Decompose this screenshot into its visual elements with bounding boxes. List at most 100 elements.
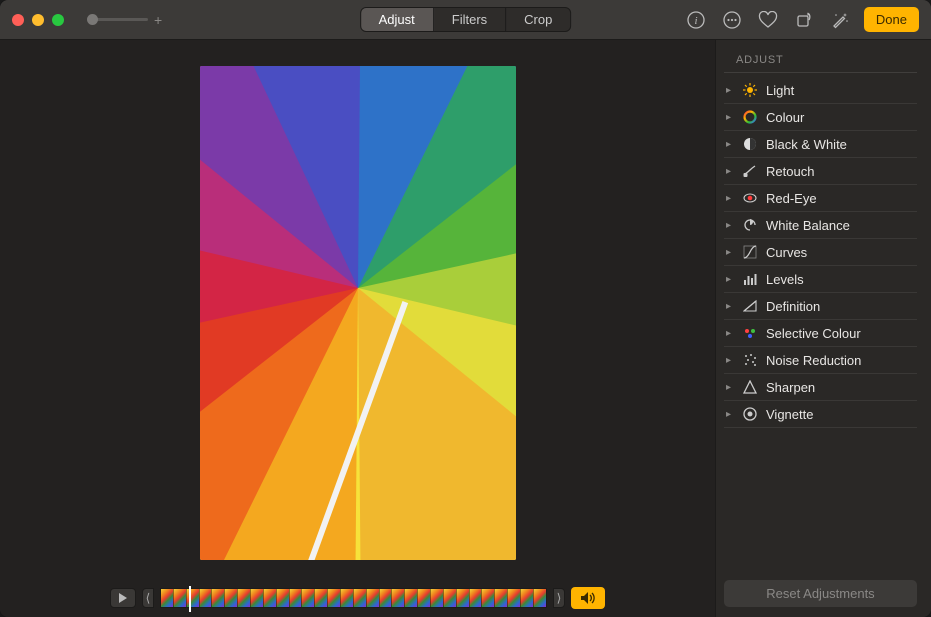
trim-end-handle[interactable]: ⟩ (553, 588, 565, 608)
filmstrip-frame[interactable] (457, 589, 470, 607)
filmstrip-frame[interactable] (444, 589, 457, 607)
filmstrip-frame[interactable] (405, 589, 418, 607)
fullscreen-window-button[interactable] (52, 14, 64, 26)
tab-filters[interactable]: Filters (434, 8, 506, 31)
adjustment-label: Red-Eye (766, 191, 817, 206)
adjustment-label: Definition (766, 299, 820, 314)
filmstrip-frame[interactable] (392, 589, 405, 607)
adjustment-levels[interactable]: ▸ Levels (724, 266, 917, 293)
close-window-button[interactable] (12, 14, 24, 26)
filmstrip-frame[interactable] (431, 589, 444, 607)
tab-crop[interactable]: Crop (506, 8, 570, 31)
filmstrip-frame[interactable] (264, 589, 277, 607)
filmstrip-frame[interactable] (238, 589, 251, 607)
chevron-right-icon: ▸ (726, 166, 734, 177)
filmstrip-frame[interactable] (161, 589, 174, 607)
editor-body: ⟨ ⟩ ADJUST ▸Light▸Colour▸Black & White▸R… (0, 40, 931, 617)
filmstrip-frame[interactable] (521, 589, 534, 607)
levels-icon (742, 271, 758, 287)
adjustment-label: Selective Colour (766, 326, 861, 341)
filmstrip-frame[interactable] (470, 589, 483, 607)
filmstrip-frame[interactable] (354, 589, 367, 607)
bw-icon (742, 136, 758, 152)
auto-enhance-button[interactable] (828, 8, 852, 32)
filmstrip-frame[interactable] (277, 589, 290, 607)
wb-icon (742, 217, 758, 233)
play-button[interactable] (110, 588, 136, 608)
filmstrip-frame[interactable] (534, 589, 546, 607)
adjustment-noise-reduction[interactable]: ▸Noise Reduction (724, 347, 917, 374)
adjustment-vignette[interactable]: ▸ Vignette (724, 401, 917, 428)
video-filmstrip[interactable] (160, 588, 547, 608)
adjustment-light[interactable]: ▸Light (724, 77, 917, 104)
playhead[interactable] (189, 586, 191, 612)
filmstrip-frame[interactable] (380, 589, 393, 607)
zoom-slider[interactable]: + (88, 12, 162, 28)
chevron-right-icon: ▸ (726, 274, 734, 285)
chevron-right-icon: ▸ (726, 139, 734, 150)
rotate-button[interactable] (792, 8, 816, 32)
chevron-right-icon: ▸ (726, 301, 734, 312)
sidebar-title: ADJUST (724, 54, 917, 73)
filmstrip-frame[interactable] (328, 589, 341, 607)
adjustment-red-eye[interactable]: ▸Red-Eye (724, 185, 917, 212)
favourite-button[interactable] (756, 8, 780, 32)
vignette-icon (742, 406, 758, 422)
adjustment-white-balance[interactable]: ▸White Balance (724, 212, 917, 239)
done-button[interactable]: Done (864, 7, 919, 32)
adjustment-curves[interactable]: ▸Curves (724, 239, 917, 266)
filmstrip-frame[interactable] (367, 589, 380, 607)
filmstrip-frame[interactable] (495, 589, 508, 607)
redeye-icon (742, 190, 758, 206)
filmstrip-frame[interactable] (302, 589, 315, 607)
adjustment-label: Vignette (766, 407, 813, 422)
edited-photo[interactable] (200, 66, 516, 560)
filmstrip-frame[interactable] (290, 589, 303, 607)
audio-toggle-button[interactable] (571, 587, 605, 609)
adjustment-sharpen[interactable]: ▸Sharpen (724, 374, 917, 401)
adjustment-colour[interactable]: ▸Colour (724, 104, 917, 131)
colour-icon (742, 109, 758, 125)
filmstrip-frame[interactable] (212, 589, 225, 607)
svg-text:i: i (694, 15, 697, 27)
info-button[interactable]: i (684, 8, 708, 32)
light-icon (742, 82, 758, 98)
filmstrip-frame[interactable] (174, 589, 187, 607)
curves-icon (742, 244, 758, 260)
selcolour-icon (742, 325, 758, 341)
more-button[interactable] (720, 8, 744, 32)
filmstrip-frame[interactable] (200, 589, 213, 607)
adjustment-definition[interactable]: ▸ Definition (724, 293, 917, 320)
filmstrip-frame[interactable] (508, 589, 521, 607)
filmstrip-frame[interactable] (341, 589, 354, 607)
adjustment-label: Levels (766, 272, 804, 287)
filmstrip-frame[interactable] (225, 589, 238, 607)
zoom-track[interactable] (88, 18, 148, 21)
definition-icon (742, 298, 758, 314)
adjust-sidebar: ADJUST ▸Light▸Colour ▸ Black & White ▸ Retou… (715, 40, 931, 617)
tab-adjust[interactable]: Adjust (361, 8, 434, 31)
adjustment-label: Retouch (766, 164, 814, 179)
retouch-icon (742, 163, 758, 179)
minimize-window-button[interactable] (32, 14, 44, 26)
adjustment-retouch[interactable]: ▸ Retouch (724, 158, 917, 185)
chevron-right-icon: ▸ (726, 247, 734, 258)
app-window: + Adjust Filters Crop i Done (0, 0, 931, 617)
window-controls (12, 14, 64, 26)
filmstrip-frame[interactable] (482, 589, 495, 607)
zoom-knob[interactable] (87, 14, 98, 25)
chevron-right-icon: ▸ (726, 220, 734, 231)
filmstrip-frame[interactable] (251, 589, 264, 607)
reset-adjustments-button[interactable]: Reset Adjustments (724, 580, 917, 607)
adjustment-selective-colour[interactable]: ▸ Selective Colour (724, 320, 917, 347)
adjustment-black-white[interactable]: ▸ Black & White (724, 131, 917, 158)
adjustment-label: Black & White (766, 137, 847, 152)
filmstrip-frame[interactable] (418, 589, 431, 607)
image-viewer (0, 40, 715, 585)
chevron-right-icon: ▸ (726, 409, 734, 420)
chevron-right-icon: ▸ (726, 328, 734, 339)
noise-icon (742, 352, 758, 368)
filmstrip-frame[interactable] (315, 589, 328, 607)
trim-start-handle[interactable]: ⟨ (142, 588, 154, 608)
chevron-right-icon: ▸ (726, 382, 734, 393)
